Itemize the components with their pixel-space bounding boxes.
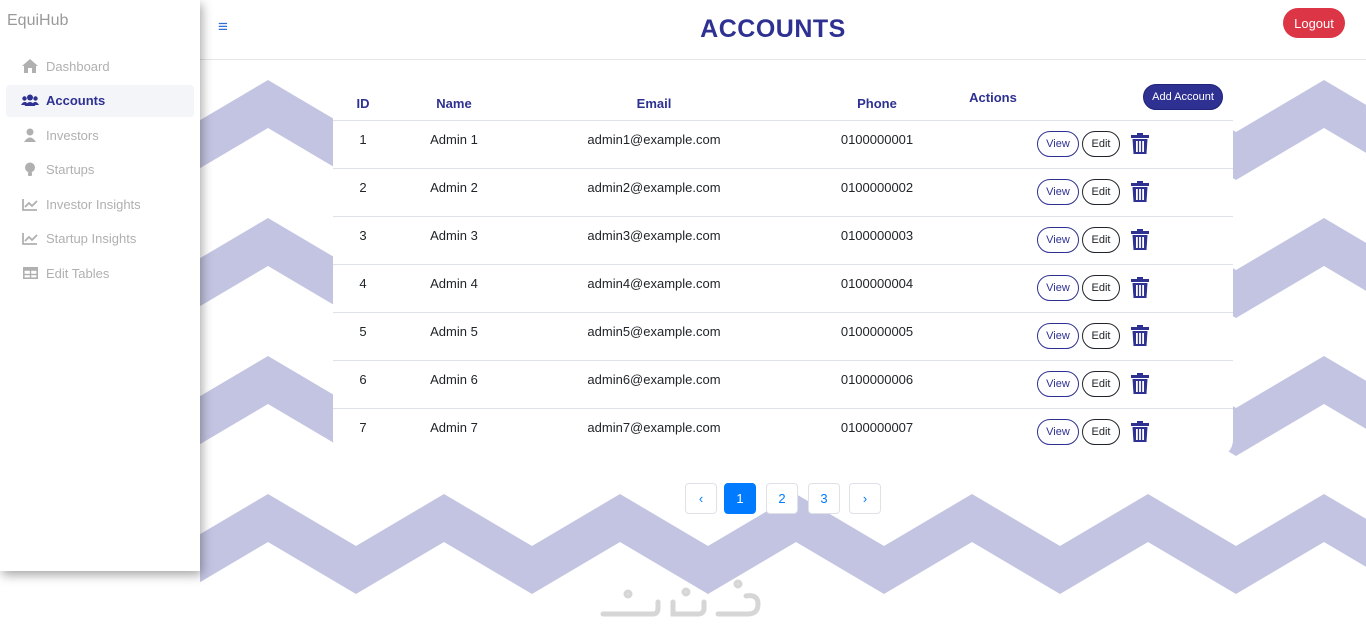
edit-button[interactable]: Edit [1082,323,1120,349]
cell-email: admin6@example.com [587,372,721,387]
chart-line-icon [21,232,39,246]
view-button[interactable]: View [1037,275,1079,301]
cell-id: 1 [359,132,367,147]
delete-trash-icon[interactable] [1131,421,1149,442]
cell-phone: 0100000005 [840,324,914,339]
users-icon [21,94,39,108]
watermark-logo [598,572,768,627]
home-icon [21,59,39,73]
table-icon [21,266,39,280]
delete-trash-icon[interactable] [1131,229,1149,250]
top-header: ≡ ACCOUNTS Logout [200,0,1366,60]
column-header-email: Email [636,96,672,111]
lightbulb-icon [21,162,39,177]
cell-name: Admin 3 [430,228,478,243]
edit-button[interactable]: Edit [1082,131,1120,157]
table-row: 4 Admin 4 admin4@example.com 0100000004 View… [333,265,1233,313]
sidebar-item-label: Dashboard [46,58,110,74]
cell-id: 2 [359,180,367,195]
cell-phone: 0100000006 [840,372,914,387]
delete-trash-icon[interactable] [1131,133,1149,154]
edit-button[interactable]: Edit [1082,275,1120,301]
sidebar-item-edit-tables[interactable]: Edit Tables [6,257,194,289]
pagination-page-1[interactable]: 1 [724,483,756,514]
table-header: ID Name Email Phone Actions Add Account [333,73,1233,121]
cell-phone: 0100000001 [840,132,914,147]
cell-name: Admin 2 [430,180,478,195]
view-button[interactable]: View [1037,179,1079,205]
cell-email: admin5@example.com [587,324,721,339]
pagination-page-3[interactable]: 3 [808,483,840,514]
view-button[interactable]: View [1037,323,1079,349]
chart-line-icon [21,197,39,211]
view-button[interactable]: View [1037,131,1079,157]
view-button[interactable]: View [1037,227,1079,253]
cell-name: Admin 5 [430,324,478,339]
cell-phone: 0100000002 [840,180,914,195]
edit-button[interactable]: Edit [1082,227,1120,253]
cell-email: admin1@example.com [587,132,721,147]
table-row: 2 Admin 2 admin2@example.com 0100000002 View… [333,169,1233,217]
sidebar-item-label: Startups [46,162,95,177]
brand-logo[interactable]: EquiHub [7,12,68,30]
column-header-actions: Actions [969,90,1017,105]
logout-button[interactable]: Logout [1283,8,1345,38]
add-account-button[interactable]: Add Account [1143,84,1223,110]
sidebar-item-label: Investor Insights [46,196,141,212]
cell-name: Admin 7 [430,420,478,435]
sidebar-item-accounts[interactable]: Accounts [6,84,194,117]
delete-trash-icon[interactable] [1131,325,1149,346]
cell-id: 4 [359,276,367,291]
sidebar-item-investors[interactable]: Investors [6,119,194,151]
cell-name: Admin 4 [430,276,478,291]
edit-button[interactable]: Edit [1082,179,1120,205]
sidebar-item-startup-insights[interactable]: Startup Insights [6,223,194,255]
edit-button[interactable]: Edit [1082,371,1120,397]
page-title: ACCOUNTS [700,15,846,43]
table-row: 3 Admin 3 admin3@example.com 0100000003 View… [333,217,1233,265]
cell-phone: 0100000007 [840,420,914,435]
cell-email: admin7@example.com [587,420,721,435]
cell-id: 7 [359,420,367,435]
column-header-name: Name [436,96,472,111]
sidebar: EquiHub Dashboard Accounts Investors Sta… [0,0,200,571]
cell-name: Admin 6 [430,372,478,387]
cell-email: admin2@example.com [587,180,721,195]
pagination-page-2[interactable]: 2 [766,483,798,514]
cell-phone: 0100000004 [840,276,914,291]
cell-id: 3 [359,228,367,243]
cell-id: 6 [359,372,367,387]
accounts-table: ID Name Email Phone Actions Add Account … [333,73,1233,458]
sidebar-nav: Dashboard Accounts Investors Startups In… [6,50,194,292]
sidebar-item-investor-insights[interactable]: Investor Insights [6,188,194,220]
cell-email: admin3@example.com [587,228,721,243]
table-row: 6 Admin 6 admin6@example.com 0100000006 View… [333,361,1233,409]
edit-button[interactable]: Edit [1082,419,1120,445]
column-header-phone: Phone [857,96,897,111]
sidebar-item-startups[interactable]: Startups [6,154,194,186]
delete-trash-icon[interactable] [1131,277,1149,298]
delete-trash-icon[interactable] [1131,373,1149,394]
cell-phone: 0100000003 [840,228,914,243]
sidebar-item-label: Edit Tables [46,265,110,281]
table-row: 1 Admin 1 admin1@example.com 0100000001 View… [333,121,1233,169]
table-row: 5 Admin 5 admin5@example.com 0100000005 View… [333,313,1233,361]
sidebar-item-label: Accounts [46,93,106,108]
view-button[interactable]: View [1037,371,1079,397]
user-icon [21,128,39,142]
sidebar-item-dashboard[interactable]: Dashboard [6,50,194,82]
delete-trash-icon[interactable] [1131,181,1149,202]
cell-email: admin4@example.com [587,276,721,291]
sidebar-item-label: Startup Insights [46,231,137,246]
table-row: 7 Admin 7 admin7@example.com 0100000007 View… [333,409,1233,457]
cell-id: 5 [359,324,367,339]
column-header-id: ID [356,96,370,111]
sidebar-item-label: Investors [46,127,99,143]
pagination-next[interactable]: › [849,483,881,514]
watermark-logo-graphic [600,579,761,617]
view-button[interactable]: View [1037,419,1079,445]
cell-name: Admin 1 [430,132,478,147]
pagination-prev[interactable]: ‹ [685,483,717,514]
